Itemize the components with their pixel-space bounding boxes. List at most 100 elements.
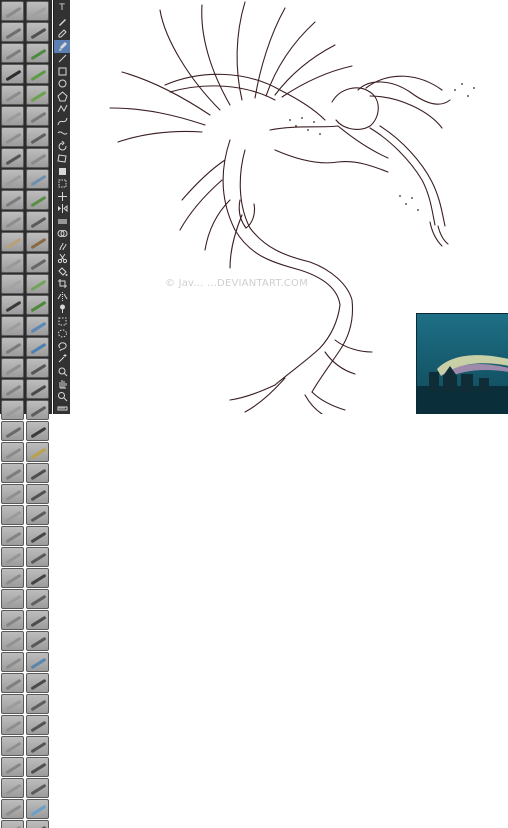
brush-preset-sketch[interactable] bbox=[1, 337, 24, 357]
brush-preset-airbrush-grey[interactable] bbox=[1, 127, 24, 147]
brush-stroke-icon bbox=[30, 615, 47, 628]
brush-preset-sponge[interactable] bbox=[1, 358, 24, 378]
brush-preset-misc-4[interactable] bbox=[26, 799, 49, 819]
brush-preset-ink-pen-green[interactable] bbox=[26, 295, 49, 315]
brush-preset-spatter-dark[interactable] bbox=[26, 400, 49, 420]
brush-preset-noise[interactable] bbox=[1, 631, 24, 651]
brush-preset-hair-brush[interactable] bbox=[1, 736, 24, 756]
brush-preset-misc-1[interactable] bbox=[1, 778, 24, 798]
brush-preset-ink-green[interactable] bbox=[26, 64, 49, 84]
brush-preset-smudge-blue[interactable] bbox=[26, 316, 49, 336]
brush-preset-ink-pen[interactable] bbox=[1, 295, 24, 315]
brush-preset-texture-brown[interactable] bbox=[26, 232, 49, 252]
brush-preset-fan-brush-dark[interactable] bbox=[26, 211, 49, 231]
brush-preset-fan-brush[interactable] bbox=[1, 211, 24, 231]
brush-preset-pastel-green[interactable] bbox=[26, 274, 49, 294]
brush-preset-charcoal[interactable] bbox=[1, 148, 24, 168]
brush-preset-watercolor-grey[interactable] bbox=[1, 169, 24, 189]
brush-preset-glaze-dark[interactable] bbox=[26, 547, 49, 567]
brush-preset-misc-2[interactable] bbox=[26, 778, 49, 798]
brush-stroke-icon bbox=[30, 342, 47, 355]
brush-preset-stipple-dark[interactable] bbox=[26, 589, 49, 609]
brush-preset-cloud-brush[interactable] bbox=[1, 715, 24, 735]
brush-preset-scribble[interactable] bbox=[1, 568, 24, 588]
brush-preset-pastel-grey[interactable] bbox=[1, 274, 24, 294]
brush-preset-smudge[interactable] bbox=[1, 316, 24, 336]
brush-preset-rake-dark[interactable] bbox=[26, 610, 49, 630]
brush-preset-round-brush[interactable] bbox=[1, 463, 24, 483]
measure-tool[interactable] bbox=[54, 402, 70, 415]
brush-stroke-icon bbox=[5, 111, 22, 124]
brush-preset-pencil-grey[interactable] bbox=[1, 22, 24, 42]
brush-stroke-icon bbox=[5, 657, 22, 670]
brush-preset-scribble-dark[interactable] bbox=[26, 568, 49, 588]
brush-preset-sponge-dark[interactable] bbox=[26, 358, 49, 378]
brush-stroke-icon bbox=[5, 90, 22, 103]
brush-preset-spatter[interactable] bbox=[1, 400, 24, 420]
brush-preset-fine-liner[interactable] bbox=[1, 421, 24, 441]
brush-preset-ink-black[interactable] bbox=[1, 64, 24, 84]
brush-preset-dry-brush-dark[interactable] bbox=[26, 505, 49, 525]
brush-preset-rake[interactable] bbox=[1, 610, 24, 630]
brush-preset-chalk-grey[interactable] bbox=[1, 253, 24, 273]
brush-preset-chalk-dark[interactable] bbox=[26, 253, 49, 273]
brush-preset-marker-green[interactable] bbox=[26, 43, 49, 63]
brush-preset-grass-brush-dark[interactable] bbox=[26, 694, 49, 714]
brush-stroke-icon bbox=[5, 552, 22, 565]
brush-preset-hatch-dark[interactable] bbox=[26, 379, 49, 399]
brush-preset-glaze[interactable] bbox=[1, 547, 24, 567]
brush-preset-brush-grey[interactable] bbox=[1, 85, 24, 105]
brush-preset-stipple[interactable] bbox=[1, 589, 24, 609]
brush-preset-round-brush-dark[interactable] bbox=[26, 463, 49, 483]
brush-preset-watercolor-blue[interactable] bbox=[26, 169, 49, 189]
brush-stroke-icon bbox=[5, 468, 22, 481]
brush-stroke-icon bbox=[30, 741, 47, 754]
navigator-thumbnail[interactable] bbox=[416, 313, 508, 414]
brush-preset-wet-brush-dark[interactable] bbox=[26, 526, 49, 546]
figure-arm bbox=[369, 127, 436, 226]
brush-preset-wet-brush[interactable] bbox=[1, 526, 24, 546]
brush-preset-leaf-brush-dark[interactable] bbox=[26, 673, 49, 693]
brush-preset-rough-brush[interactable] bbox=[1, 757, 24, 777]
brush-preset-hair-brush-dark[interactable] bbox=[26, 736, 49, 756]
brush-stroke-icon bbox=[30, 321, 47, 334]
brush-stroke-icon bbox=[5, 426, 22, 439]
brush-preset-grass-brush[interactable] bbox=[1, 694, 24, 714]
brush-stroke-icon bbox=[5, 300, 22, 313]
brush-preset-crayon[interactable] bbox=[1, 442, 24, 462]
brush-preset-eraser-hard[interactable] bbox=[26, 106, 49, 126]
brush-preset-star-brush[interactable] bbox=[1, 652, 24, 672]
brush-stroke-icon bbox=[5, 27, 22, 40]
brush-preset-fine-liner-dark[interactable] bbox=[26, 421, 49, 441]
brush-stroke-icon bbox=[5, 573, 22, 586]
brush-preset-misc-6[interactable] bbox=[26, 820, 49, 828]
brush-preset-blender[interactable] bbox=[1, 1, 24, 21]
brush-preset-rough-brush-dark[interactable] bbox=[26, 757, 49, 777]
brush-preset-dry-brush[interactable] bbox=[1, 505, 24, 525]
brush-preset-leaf-brush[interactable] bbox=[1, 673, 24, 693]
wing-feather bbox=[236, 1, 246, 101]
brush-preset-flat-brush[interactable] bbox=[1, 484, 24, 504]
brush-stroke-icon bbox=[5, 195, 22, 208]
brush-preset-pencil-dark[interactable] bbox=[26, 22, 49, 42]
brush-preset-crayon-yellow[interactable] bbox=[26, 442, 49, 462]
brush-preset-oil-grey[interactable] bbox=[1, 190, 24, 210]
brush-preset-airbrush-dark[interactable] bbox=[26, 127, 49, 147]
brush-preset-star-brush-blue[interactable] bbox=[26, 652, 49, 672]
brush-preset-texture-tan[interactable] bbox=[1, 232, 24, 252]
wing-feather bbox=[121, 71, 211, 116]
brush-preset-hatch[interactable] bbox=[1, 379, 24, 399]
brush-preset-flat-brush-dark[interactable] bbox=[26, 484, 49, 504]
brush-preset-cloud-brush-dark[interactable] bbox=[26, 715, 49, 735]
brush-preset-eraser-soft[interactable] bbox=[1, 106, 24, 126]
brush-preset-misc-5[interactable] bbox=[1, 820, 24, 828]
brush-preset-sketch-blue[interactable] bbox=[26, 337, 49, 357]
brush-preset-oil-green[interactable] bbox=[26, 190, 49, 210]
brush-preset-blender-soft[interactable] bbox=[26, 1, 49, 21]
brush-preset-brush-green[interactable] bbox=[26, 85, 49, 105]
brush-stroke-icon bbox=[5, 615, 22, 628]
brush-preset-misc-3[interactable] bbox=[1, 799, 24, 819]
brush-preset-charcoal-light[interactable] bbox=[26, 148, 49, 168]
brush-preset-noise-dark[interactable] bbox=[26, 631, 49, 651]
brush-preset-marker-grey[interactable] bbox=[1, 43, 24, 63]
